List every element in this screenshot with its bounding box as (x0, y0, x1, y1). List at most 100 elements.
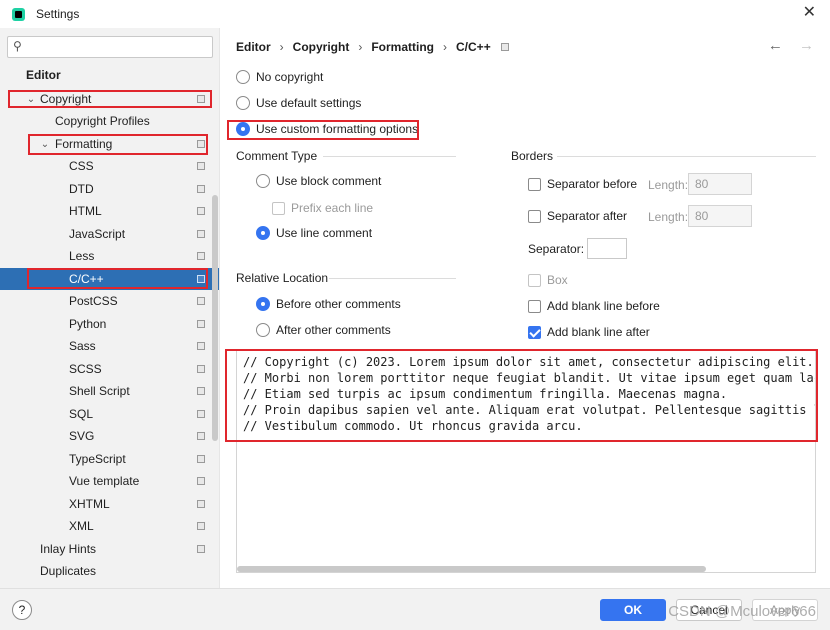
preview-line: // Morbi non lorem porttitor neque feugi… (243, 371, 816, 385)
checkbox[interactable] (528, 325, 541, 339)
breadcrumb: Editor › Copyright › Formatting › C/C++ (236, 40, 509, 54)
sidebar-item-xml[interactable]: XML (0, 515, 211, 537)
sidebar-item-scss[interactable]: SCSS (0, 358, 211, 380)
sidebar-item-sql[interactable]: SQL (0, 403, 211, 425)
breadcrumb-separator-icon: › (279, 40, 284, 54)
search-input[interactable] (28, 38, 208, 56)
breadcrumb-item[interactable]: Formatting (371, 40, 434, 54)
sidebar-item-cpp[interactable]: C/C++ (0, 268, 219, 290)
sidebar-scrollbar[interactable] (212, 195, 218, 441)
breadcrumb-item[interactable]: Copyright (293, 40, 350, 54)
use-line-comment-option[interactable]: Use line comment (256, 226, 372, 240)
sidebar-item-svg[interactable]: SVG (0, 425, 211, 447)
sidebar-item-label: JavaScript (69, 227, 126, 241)
option-label: Prefix each line (291, 201, 374, 215)
separator-input[interactable] (587, 238, 627, 259)
sidebar-item-copyright-profiles[interactable]: Copyright Profiles (0, 110, 211, 132)
separator-before-checkbox[interactable]: Separator before (528, 177, 637, 191)
project-settings-icon (197, 95, 205, 103)
forward-arrow-icon[interactable]: → (799, 37, 814, 54)
radio-button[interactable] (256, 226, 270, 240)
use-default-settings-option[interactable]: Use default settings (236, 96, 361, 110)
separator-before-length-field[interactable]: 80 (688, 173, 752, 195)
box-checkbox[interactable]: Box (528, 273, 568, 287)
breadcrumb-item[interactable]: Editor (236, 40, 271, 54)
copyright-preview[interactable]: // Copyright (c) 2023. Lorem ipsum dolor… (236, 349, 816, 573)
sidebar-item-inlay-hints[interactable]: Inlay Hints (0, 538, 211, 560)
length-label: Length: (648, 178, 689, 192)
sidebar-item-duplicates[interactable]: Duplicates (0, 560, 211, 582)
checkbox[interactable] (528, 299, 541, 313)
sidebar-item-javascript[interactable]: JavaScript (0, 223, 211, 245)
checkbox[interactable] (528, 273, 541, 287)
sidebar-item-html[interactable]: HTML (0, 200, 211, 222)
sidebar-item-sass[interactable]: Sass (0, 335, 211, 357)
sidebar-item-copyright[interactable]: ⌄ Copyright (0, 88, 211, 110)
sidebar-item-label: DTD (69, 182, 94, 196)
option-label: Add blank line after (547, 325, 650, 339)
option-label: Use block comment (276, 174, 382, 188)
radio-button[interactable] (236, 96, 250, 110)
sidebar-item-postcss[interactable]: PostCSS (0, 290, 211, 312)
sidebar-item-formatting[interactable]: ⌄ Formatting (0, 133, 211, 155)
prefix-each-line-checkbox[interactable]: Prefix each line (272, 201, 373, 215)
sidebar-item-css[interactable]: CSS (0, 155, 211, 177)
sidebar-item-shell-script[interactable]: Shell Script (0, 380, 211, 402)
sidebar-item-label: Shell Script (69, 384, 130, 398)
search-box[interactable]: ⚲ (7, 36, 213, 58)
before-other-comments-option[interactable]: Before other comments (256, 297, 401, 311)
sidebar-item-dtd[interactable]: DTD (0, 178, 211, 200)
after-other-comments-option[interactable]: After other comments (256, 323, 391, 337)
radio-button[interactable] (256, 174, 270, 188)
project-settings-icon (197, 230, 205, 238)
help-button[interactable]: ? (12, 600, 32, 620)
ok-button[interactable]: OK (600, 599, 666, 621)
use-custom-formatting-option[interactable]: Use custom formatting options (236, 122, 418, 136)
sidebar-item-editor[interactable]: Editor (0, 64, 211, 86)
checkbox[interactable] (272, 201, 285, 215)
radio-button[interactable] (236, 122, 250, 136)
preview-horizontal-scrollbar[interactable] (237, 566, 706, 572)
sidebar-item-label: Copyright Profiles (55, 114, 150, 128)
option-label: Before other comments (276, 297, 401, 311)
group-divider (557, 156, 816, 157)
sidebar-item-label: XHTML (69, 497, 110, 511)
add-blank-line-before-checkbox[interactable]: Add blank line before (528, 299, 660, 313)
sidebar-item-typescript[interactable]: TypeScript (0, 448, 211, 470)
dialog-footer: ? OK Cancel Apply CSDN @Mculover666 (0, 588, 830, 630)
sidebar-item-xhtml[interactable]: XHTML (0, 493, 211, 515)
use-block-comment-option[interactable]: Use block comment (256, 174, 381, 188)
sidebar-item-vue-template[interactable]: Vue template (0, 470, 211, 492)
relative-location-title: Relative Location (236, 271, 329, 285)
option-label: Use default settings (256, 96, 362, 110)
chevron-down-icon[interactable]: ⌄ (40, 139, 50, 150)
separator-after-length-field[interactable]: 80 (688, 205, 752, 227)
no-copyright-option[interactable]: No copyright (236, 70, 323, 84)
radio-button[interactable] (256, 323, 270, 337)
add-blank-line-after-checkbox[interactable]: Add blank line after (528, 325, 650, 339)
sidebar-item-python[interactable]: Python (0, 313, 211, 335)
search-icon: ⚲ (13, 39, 22, 53)
radio-button[interactable] (236, 70, 250, 84)
sidebar-item-label: HTML (69, 204, 102, 218)
option-label: Add blank line before (547, 299, 660, 313)
project-settings-icon (197, 410, 205, 418)
radio-button[interactable] (256, 297, 270, 311)
preview-line: // Proin dapibus sapien vel ante. Aliqua… (243, 403, 816, 417)
checkbox[interactable] (528, 177, 541, 191)
project-settings-icon (197, 320, 205, 328)
sidebar-item-label: SCSS (69, 362, 102, 376)
option-label: Use custom formatting options (256, 122, 419, 136)
chevron-down-icon[interactable]: ⌄ (26, 94, 36, 105)
checkbox[interactable] (528, 209, 541, 223)
project-settings-icon (197, 545, 205, 553)
separator-label: Separator: (528, 242, 585, 256)
history-navigation: ← → (756, 37, 814, 54)
close-icon[interactable]: ✕ (803, 4, 816, 22)
separator-after-checkbox[interactable]: Separator after (528, 209, 627, 223)
project-settings-icon (197, 455, 205, 463)
project-settings-icon (197, 185, 205, 193)
sidebar-item-less[interactable]: Less (0, 245, 211, 267)
back-arrow-icon[interactable]: ← (768, 37, 783, 54)
sidebar-item-label: TypeScript (69, 452, 126, 466)
